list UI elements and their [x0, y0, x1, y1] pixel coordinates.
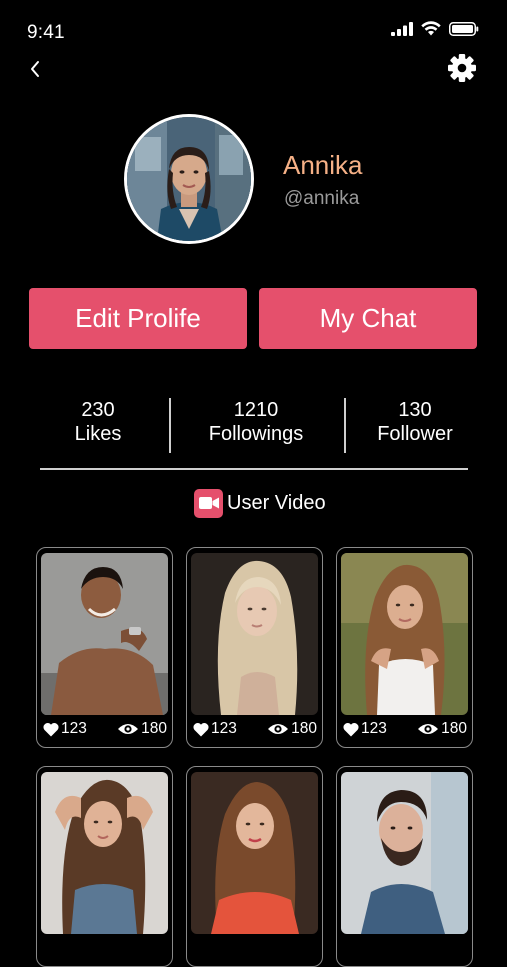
like-count: 123 [43, 720, 87, 738]
view-count-value: 180 [291, 720, 317, 737]
battery-icon [449, 21, 479, 36]
profile-name: Annika [283, 150, 363, 180]
video-thumbnail [341, 553, 468, 715]
profile-stats: 230 Likes 1210 Followings 130 Follower [40, 390, 468, 470]
gear-icon [448, 54, 476, 82]
view-count-value: 180 [441, 720, 467, 737]
video-card[interactable] [36, 766, 173, 967]
video-card[interactable]: 123 180 [186, 547, 323, 748]
video-card[interactable] [336, 766, 473, 967]
video-card[interactable]: 123 180 [36, 547, 173, 748]
view-count: 180 [117, 720, 167, 738]
back-button[interactable] [20, 54, 50, 84]
like-count-value: 123 [211, 720, 237, 737]
stat-followings[interactable]: 1210 Followings [170, 398, 342, 446]
signal-icon [391, 21, 413, 36]
stat-likes-label: Likes [74, 423, 122, 445]
eye-icon [418, 724, 439, 734]
like-count: 123 [343, 720, 387, 738]
like-count-value: 123 [61, 720, 87, 737]
view-count-value: 180 [141, 720, 167, 737]
stat-follower-value: 130 [398, 399, 432, 421]
my-chat-button[interactable]: My Chat [259, 288, 477, 349]
stats-divider [344, 398, 346, 453]
stat-followings-label: Followings [208, 423, 304, 445]
settings-button[interactable] [445, 51, 479, 85]
video-stats: 123 180 [343, 718, 467, 740]
view-count: 180 [417, 720, 467, 738]
stat-likes[interactable]: 230 Likes [40, 398, 156, 446]
status-bar: 9:41 [0, 0, 507, 56]
video-camera-icon [194, 488, 223, 518]
eye-icon [268, 724, 289, 734]
chevron-left-icon [31, 61, 39, 77]
video-thumbnail [41, 553, 168, 715]
heart-icon [193, 722, 209, 736]
video-thumbnail [191, 772, 318, 934]
like-count: 123 [193, 720, 237, 738]
heart-icon [343, 722, 359, 736]
video-thumbnail [341, 772, 468, 934]
section-title: User Video [227, 491, 326, 514]
like-count-value: 123 [361, 720, 387, 737]
wifi-icon [421, 21, 441, 36]
user-video-heading: User Video [194, 488, 326, 518]
stat-follower-label: Follower [377, 423, 453, 445]
video-thumbnail [41, 772, 168, 934]
video-stats: 123 180 [43, 718, 167, 740]
status-icons [391, 21, 479, 36]
stat-followings-value: 1210 [233, 399, 279, 421]
video-stats: 123 180 [193, 718, 317, 740]
top-navigation [0, 50, 507, 90]
view-count: 180 [267, 720, 317, 738]
eye-icon [118, 724, 139, 734]
profile-handle: @annika [284, 188, 360, 209]
stat-likes-value: 230 [81, 399, 115, 421]
heart-icon [43, 722, 59, 736]
video-card[interactable] [186, 766, 323, 967]
stat-follower[interactable]: 130 Follower [360, 398, 470, 446]
avatar[interactable] [124, 114, 254, 244]
avatar-photo [127, 117, 251, 241]
video-card[interactable]: 123 180 [336, 547, 473, 748]
status-time: 9:41 [27, 22, 65, 43]
edit-profile-button[interactable]: Edit Prolife [29, 288, 247, 349]
video-thumbnail [191, 553, 318, 715]
